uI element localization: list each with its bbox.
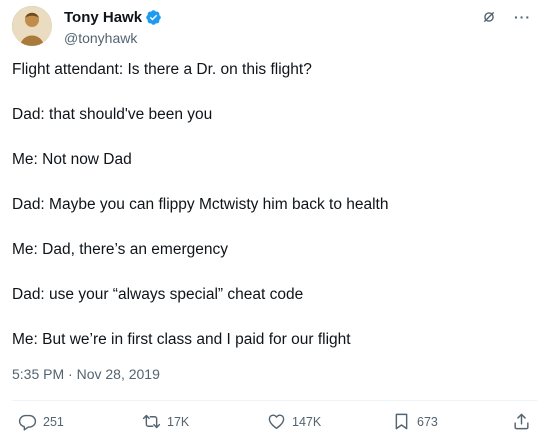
grok-icon[interactable] xyxy=(482,10,496,24)
header-actions: ··· xyxy=(482,10,531,24)
repost-button[interactable]: 17K xyxy=(142,412,189,431)
share-icon xyxy=(514,413,529,430)
heart-icon xyxy=(268,414,285,429)
repost-icon xyxy=(142,414,161,429)
verified-badge-icon[interactable] xyxy=(145,9,162,26)
share-button[interactable] xyxy=(512,412,531,431)
tweet-line: Dad: use your “always special” cheat cod… xyxy=(12,286,304,303)
tweet-line: Me: But we’re in first class and I paid … xyxy=(12,331,351,348)
bookmark-icon xyxy=(395,413,408,430)
more-icon[interactable]: ··· xyxy=(514,10,531,24)
tweet-line: Flight attendant: Is there a Dr. on this… xyxy=(12,61,312,78)
like-count: 147K xyxy=(292,414,322,429)
reply-icon xyxy=(18,414,37,431)
tweet-line: Dad: Maybe you can flippy Mctwisty him b… xyxy=(12,196,389,213)
tweet-header: Tony Hawk @tonyhawk ··· xyxy=(12,6,537,48)
avatar-image xyxy=(12,6,52,46)
reply-button[interactable]: 251 xyxy=(18,412,64,431)
author-handle[interactable]: @tonyhawk xyxy=(64,30,162,46)
tweet-text: Flight attendant: Is there a Dr. on this… xyxy=(12,60,537,375)
tweet-line: Dad: that should've been you xyxy=(12,106,213,123)
divider xyxy=(12,400,537,401)
like-button[interactable]: 147K xyxy=(267,412,321,431)
reply-count: 251 xyxy=(43,414,64,429)
tweet-line: Me: Not now Dad xyxy=(12,151,132,168)
bookmark-button[interactable]: 673 xyxy=(392,412,438,431)
author-names: Tony Hawk @tonyhawk xyxy=(64,8,162,46)
author-display-name[interactable]: Tony Hawk xyxy=(64,9,142,26)
bookmark-count: 673 xyxy=(417,414,438,429)
tweet-actions-bar: 251 17K 147K 673 xyxy=(12,412,537,438)
tweet-timestamp[interactable]: 5:35 PM · Nov 28, 2019 xyxy=(12,366,160,382)
repost-count: 17K xyxy=(167,414,190,429)
tweet-line: Me: Dad, there’s an emergency xyxy=(12,241,228,258)
avatar[interactable] xyxy=(12,6,52,46)
